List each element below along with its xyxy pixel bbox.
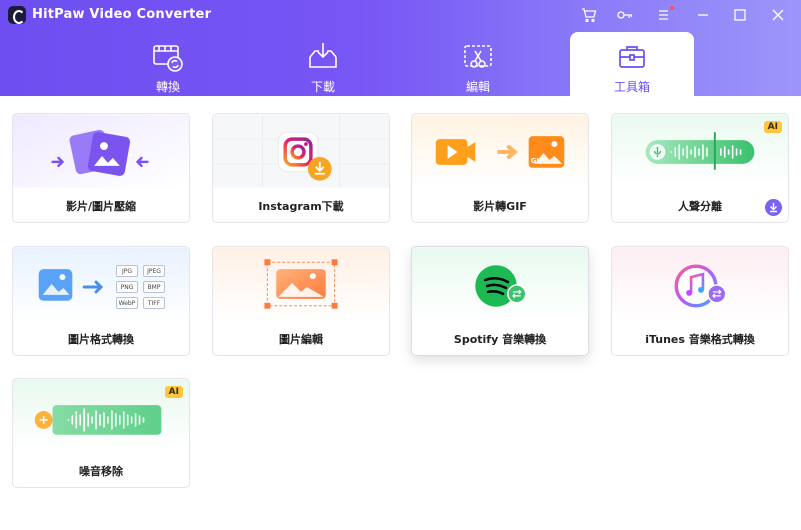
format-webp: WebP [116, 297, 138, 309]
tool-label: 噪音移除 [79, 465, 123, 478]
tool-label: Spotify 音樂轉換 [453, 333, 547, 346]
scissors-edit-icon [464, 45, 492, 68]
close-icon [772, 9, 784, 21]
maximize-button[interactable] [728, 4, 752, 26]
ai-badge: AI [763, 121, 782, 133]
cart-icon [582, 8, 597, 23]
tool-label: 影片轉GIF [473, 200, 527, 213]
tab-label: 下載 [310, 80, 335, 94]
format-bmp: BMP [143, 281, 165, 293]
menu-button[interactable] [652, 4, 676, 26]
tool-label: 圖片格式轉換 [68, 333, 134, 346]
tool-card-image-format-convert[interactable]: JPG JPEG PNG BMP WebP TIFF 圖片格式轉換 [12, 246, 190, 356]
minimize-icon [698, 14, 708, 16]
tool-card-noise-remover[interactable]: AI 噪音移除 [12, 378, 190, 488]
format-jpeg: JPEG [143, 265, 165, 277]
hitpaw-logo-icon [8, 6, 26, 24]
download-badge[interactable] [765, 199, 782, 216]
tab-edit[interactable]: 編輯 [416, 32, 540, 96]
tool-label: Instagram下載 [258, 200, 344, 213]
tab-label: 轉換 [155, 80, 180, 94]
format-png: PNG [116, 281, 138, 293]
tab-label: 編輯 [465, 80, 490, 94]
format-tiff: TIFF [143, 297, 165, 309]
ai-badge: AI [164, 386, 183, 398]
tab-download[interactable]: 下載 [261, 32, 385, 96]
noise-removal-icon [13, 379, 189, 453]
vocal-separation-icon [612, 114, 788, 188]
tool-label: iTunes 音樂格式轉換 [645, 333, 755, 346]
tool-card-video-image-compress[interactable]: 影片/圖片壓縮 [12, 113, 190, 223]
spotify-convert-icon [412, 247, 588, 321]
tab-convert[interactable]: 轉換 [106, 32, 230, 96]
download-icon [770, 203, 777, 213]
tool-label: 人聲分離 [678, 200, 722, 213]
tab-toolbox[interactable]: 工具箱 [570, 32, 694, 96]
toolbox-icon [619, 46, 645, 68]
format-jpg: JPG [116, 265, 138, 277]
itunes-convert-icon [612, 247, 788, 321]
tool-card-video-to-gif[interactable]: GIF 影片轉GIF [411, 113, 589, 223]
film-convert-icon [153, 45, 183, 72]
title-bar: HitPaw Video Converter 轉換 下載 編輯 工具箱 [0, 0, 801, 96]
tool-card-itunes-music-convert[interactable]: iTunes 音樂格式轉換 [611, 246, 789, 356]
notification-dot [670, 6, 674, 10]
maximize-icon [734, 9, 746, 21]
compress-icon [13, 114, 189, 188]
gif-tag: GIF [531, 157, 544, 165]
tool-label: 圖片編輯 [279, 333, 323, 346]
tool-card-image-edit[interactable]: 圖片編輯 [212, 246, 390, 356]
cart-button[interactable] [577, 4, 601, 26]
image-edit-icon [213, 247, 389, 321]
minimize-button[interactable] [691, 4, 715, 26]
tool-label: 影片/圖片壓縮 [65, 200, 137, 213]
app-title: HitPaw Video Converter [32, 7, 212, 22]
video-to-gif-icon: GIF [412, 114, 588, 188]
instagram-download-icon [213, 114, 389, 188]
close-button[interactable] [766, 4, 790, 26]
tool-card-instagram-download[interactable]: Instagram下載 [212, 113, 390, 223]
download-tray-icon [309, 43, 337, 68]
tab-label: 工具箱 [613, 80, 650, 94]
tool-card-vocal-remover[interactable]: AI 人聲分離 [611, 113, 789, 223]
key-icon [617, 11, 633, 19]
tool-card-spotify-music-convert[interactable]: Spotify 音樂轉換 [411, 246, 589, 356]
license-key-button[interactable] [613, 4, 637, 26]
